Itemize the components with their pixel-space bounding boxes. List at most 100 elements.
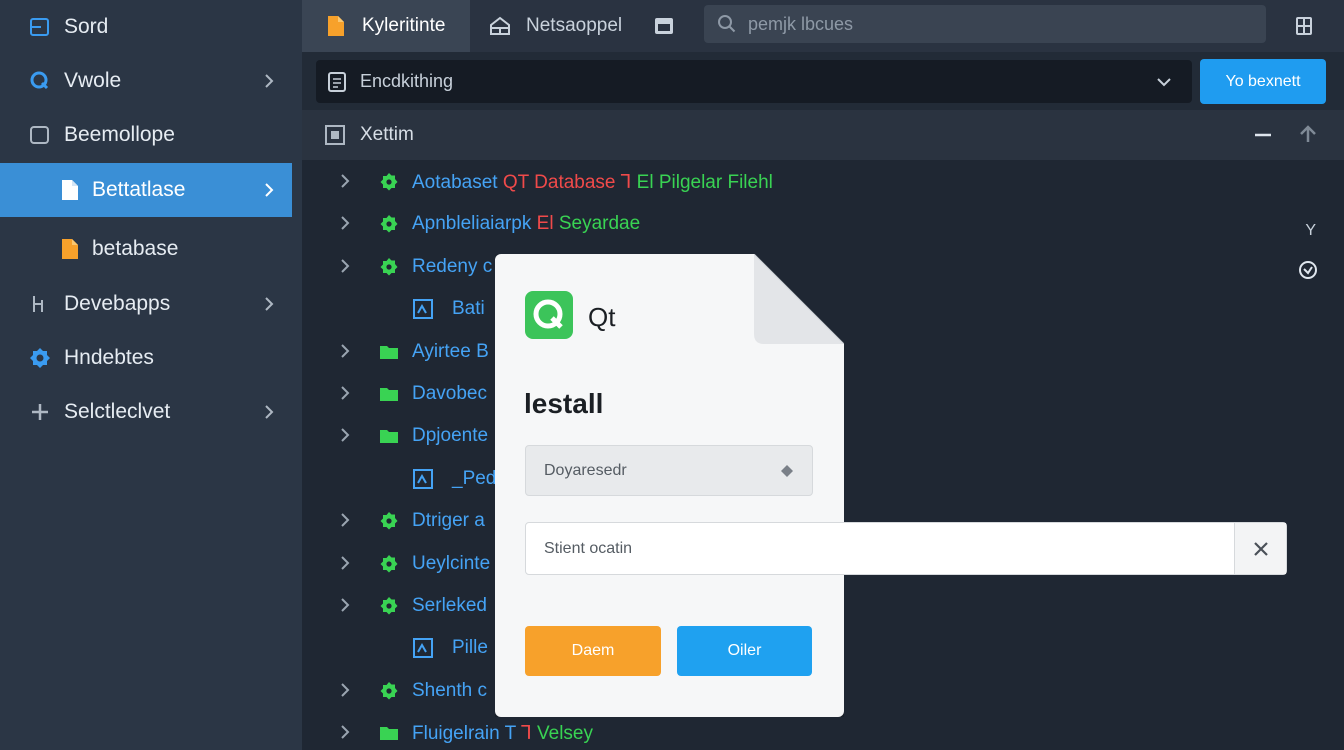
tree-label-part: Dpjoente bbox=[412, 425, 489, 447]
sidebar-item-bettatlase[interactable]: Bettatlase bbox=[0, 163, 292, 217]
tree-label-part: Fluigelrain bbox=[412, 723, 505, 745]
sidebar-item-betabase[interactable]: betabase bbox=[0, 222, 292, 276]
tree-label-part: Aotabaset bbox=[412, 172, 503, 193]
chevron-right-icon[interactable] bbox=[338, 596, 352, 614]
document-icon bbox=[326, 71, 348, 93]
sidebar-item-beemollope[interactable]: Beemollope bbox=[0, 108, 292, 162]
tree-row-label: Redeny c bbox=[412, 256, 492, 278]
tree-label-part: Shenth c bbox=[412, 679, 487, 701]
sidebar-item-sord[interactable]: Sord bbox=[0, 0, 292, 54]
dialog-app-name: Qt bbox=[588, 302, 616, 332]
layout-button[interactable] bbox=[1292, 0, 1324, 52]
tree-label-part: Velsey bbox=[537, 723, 593, 745]
sidebar-item-selctleclvet[interactable]: Selctleclvet bbox=[0, 385, 292, 439]
dialog-heading: lestall bbox=[524, 388, 604, 419]
gear-icon bbox=[28, 346, 52, 370]
search-icon bbox=[716, 13, 738, 35]
green-folder-icon bbox=[378, 383, 400, 405]
tab-label: Netsaoppel bbox=[526, 15, 623, 36]
tree-row[interactable]: Fluigelrain T ⅂ Velsey bbox=[302, 711, 1302, 750]
grid-box-icon bbox=[324, 124, 346, 146]
tree-row-label: Dtriger a bbox=[412, 510, 485, 532]
tree-row[interactable]: Apnbleliaiarpk El Seyardae bbox=[302, 202, 1302, 244]
dialog-secondary-button[interactable]: Oiler bbox=[677, 626, 812, 676]
tree-label-part: ⅂ bbox=[521, 723, 538, 745]
tree-row-label: Fluigelrain T ⅂ Velsey bbox=[412, 722, 593, 745]
path-value: Encdkithing bbox=[360, 71, 454, 91]
green-folder-icon bbox=[378, 722, 400, 744]
tab-kyleritinte[interactable]: Kyleritinte bbox=[302, 0, 470, 52]
sidebar-item-devebapps[interactable]: Devebapps bbox=[0, 277, 292, 331]
chevron-down-icon[interactable] bbox=[1154, 72, 1174, 92]
chevron-right-icon[interactable] bbox=[338, 511, 352, 529]
tree-row-label: _Pedi bbox=[452, 468, 501, 490]
tree-label-part: Ayirtee B bbox=[412, 340, 489, 362]
tree-label-part: _Pedi bbox=[452, 467, 501, 489]
shield-check-icon[interactable] bbox=[1298, 260, 1318, 280]
green-gear-icon bbox=[378, 553, 400, 575]
tree-label-part: Pille bbox=[452, 637, 488, 659]
chevron-right-icon[interactable] bbox=[338, 723, 352, 741]
tree-row-label: Apnbleliaiarpk El Seyardae bbox=[412, 213, 640, 235]
chevron-right-icon bbox=[260, 71, 278, 91]
dialog-primary-button[interactable]: Daem bbox=[525, 626, 661, 676]
green-gear-icon bbox=[378, 510, 400, 532]
blue-box-icon bbox=[412, 637, 434, 659]
sidebar-item-label: betabase bbox=[92, 237, 179, 260]
calendar-button[interactable] bbox=[652, 0, 692, 52]
section-title: Xettim bbox=[360, 124, 414, 145]
green-folder-icon bbox=[378, 425, 400, 447]
path-input[interactable]: Encdkithing bbox=[316, 60, 1192, 103]
sidebar-item-vwole[interactable]: Vwole bbox=[0, 54, 292, 108]
chevron-right-icon[interactable] bbox=[338, 384, 352, 402]
sidebar: Sord Vwole Beemollope Bettatlase betabas… bbox=[0, 0, 302, 750]
blue-box-icon bbox=[412, 468, 434, 490]
field-value: Stient ocatin bbox=[544, 540, 633, 557]
chevron-right-icon[interactable] bbox=[338, 257, 352, 275]
sidebar-item-label: Vwole bbox=[64, 69, 122, 92]
tree-label-part: Davobec bbox=[412, 383, 487, 404]
tree-row-label: Davobec bbox=[412, 383, 487, 405]
tree-label-part: El bbox=[536, 213, 559, 235]
tree-label-part: Ueylcinte bbox=[412, 552, 491, 574]
green-gear-icon bbox=[378, 680, 400, 702]
dialog-text-field[interactable]: Stient ocatin bbox=[525, 522, 1287, 575]
green-gear-icon bbox=[378, 171, 400, 193]
arrow-up-icon[interactable] bbox=[1296, 122, 1320, 146]
chevron-right-icon[interactable] bbox=[338, 426, 352, 444]
chevron-right-icon[interactable] bbox=[338, 172, 352, 190]
collapse-icon[interactable] bbox=[1252, 124, 1274, 146]
file-icon bbox=[58, 178, 82, 202]
folder-outline-icon bbox=[28, 15, 52, 39]
tab-label: Kyleritinte bbox=[362, 15, 446, 36]
orange-file-icon bbox=[58, 237, 82, 261]
path-bar: Encdkithing Yo bexnett bbox=[302, 52, 1344, 110]
h-icon bbox=[28, 292, 52, 316]
sidebar-item-label: Devebapps bbox=[64, 292, 171, 315]
green-gear-icon bbox=[378, 256, 400, 278]
layout-icon bbox=[1292, 14, 1316, 38]
tree-label-part: El Pilgelar Filehl bbox=[636, 172, 773, 193]
path-action-button[interactable]: Yo bexnett bbox=[1200, 59, 1326, 104]
section-header: Xettim bbox=[302, 110, 1344, 160]
close-icon bbox=[1254, 542, 1268, 556]
tree-row-label: Ueylcinte bbox=[412, 553, 490, 575]
plus-icon bbox=[28, 400, 52, 424]
tab-netsaoppel[interactable]: Netsaoppel bbox=[470, 0, 638, 52]
tree-row[interactable]: Aotabaset QT Database ⅂ El Pilgelar File… bbox=[302, 160, 1302, 202]
chevron-right-icon[interactable] bbox=[338, 214, 352, 232]
dialog-select-field[interactable]: Doyaresedr bbox=[525, 445, 813, 496]
green-gear-icon bbox=[378, 595, 400, 617]
sidebar-item-hndebtes[interactable]: Hndebtes bbox=[0, 331, 292, 385]
clear-button[interactable] bbox=[1234, 523, 1286, 574]
calendar-icon bbox=[652, 14, 676, 38]
qt-logo bbox=[525, 291, 573, 339]
field-value: Doyaresedr bbox=[544, 462, 627, 479]
tree-label-part: Seyardae bbox=[558, 213, 641, 235]
sidebar-item-label: Sord bbox=[64, 15, 109, 38]
chevron-right-icon[interactable] bbox=[338, 554, 352, 572]
search-input[interactable]: pemjk lbcues bbox=[704, 5, 1266, 43]
chevron-right-icon[interactable] bbox=[338, 342, 352, 360]
chevron-right-icon[interactable] bbox=[338, 681, 352, 699]
page-curl bbox=[754, 254, 844, 344]
